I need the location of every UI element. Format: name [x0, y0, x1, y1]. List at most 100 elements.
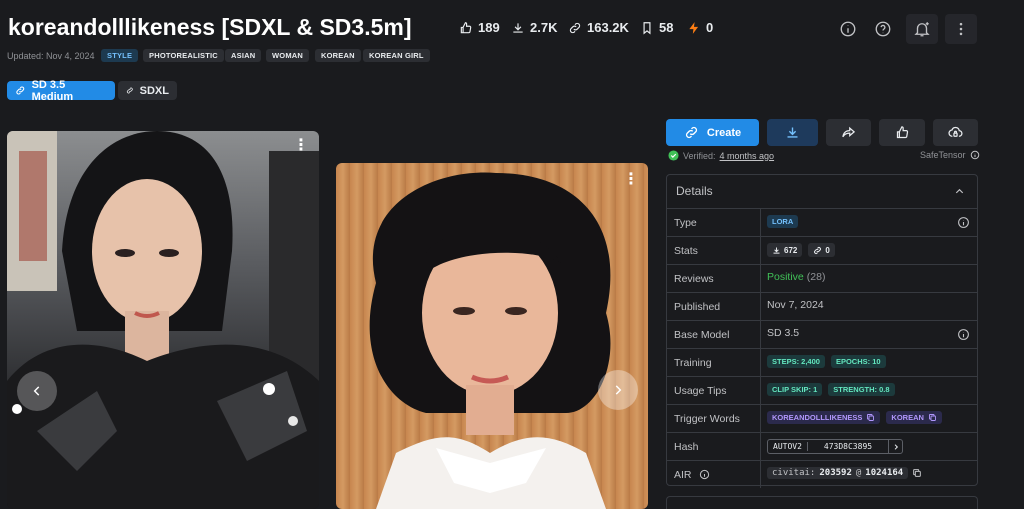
copy-icon[interactable] [912, 468, 922, 478]
detail-row-stats: Stats 672 0 [667, 236, 977, 264]
info-icon[interactable] [970, 150, 980, 160]
format-line: SafeTensor [920, 150, 980, 160]
detail-row-training: Training STEPS: 2,400 EPOCHS: 10 [667, 348, 977, 376]
cloud-button[interactable] [933, 119, 978, 146]
trigger-word: KOREAN [891, 413, 924, 422]
copy-icon[interactable] [928, 413, 937, 422]
hash-field[interactable]: AUTOV2 473D8C3895 [767, 439, 904, 454]
row-label: Stats [674, 245, 698, 257]
tag-photorealistic[interactable]: PHOTOREALISTIC [143, 49, 224, 62]
link-icon [126, 87, 133, 94]
tag-korean-girl[interactable]: KOREAN GIRL [363, 49, 430, 62]
lightning-icon [689, 21, 699, 34]
share-button[interactable] [826, 119, 871, 146]
bookmarks-stat[interactable]: 58 [640, 20, 673, 35]
trigger-word-badge[interactable]: KOREAN [886, 411, 942, 424]
training-epochs-badge: EPOCHS: 10 [830, 355, 886, 368]
chevron-right-icon [894, 443, 898, 450]
stats-downloads-badge: 672 [767, 243, 803, 257]
more-vertical-icon [959, 22, 963, 36]
file-format: SafeTensor [920, 150, 966, 160]
version-sdxl[interactable]: SDXL [118, 81, 177, 100]
verified-check-icon [668, 150, 679, 161]
bell-plus-icon [914, 22, 930, 37]
hash-algo[interactable]: AUTOV2 [768, 442, 808, 451]
stats-generations: 0 [825, 245, 830, 255]
help-button[interactable] [867, 14, 899, 44]
reviews-link[interactable]: Positive (28) [767, 271, 825, 283]
reviews-count: (28) [806, 271, 826, 283]
detail-row-air: AIR civitai: 203592 @ 1024164 [667, 460, 977, 488]
verified-label: Verified: [683, 150, 716, 161]
carousel-next-button[interactable] [598, 370, 638, 410]
thumbs-up-icon [460, 21, 472, 33]
trigger-word-badge[interactable]: KOREANDOLLLIKENESS [767, 411, 881, 424]
image-menu-button[interactable]: ⋮ [623, 171, 639, 188]
carousel-prev-button[interactable] [17, 371, 57, 411]
tag-korean[interactable]: KOREAN [315, 49, 361, 62]
buzz-stat[interactable]: 0 [687, 20, 713, 35]
details-header[interactable]: Details [667, 175, 977, 208]
like-button[interactable] [879, 119, 925, 146]
tag-asian[interactable]: ASIAN [225, 49, 262, 62]
hash-next-button[interactable] [888, 440, 902, 453]
info-icon[interactable] [957, 328, 970, 341]
clip-skip-badge: CLIP SKIP: 1 [767, 383, 823, 396]
downloads-count: 2.7K [530, 20, 558, 35]
row-label: Hash [674, 441, 699, 453]
info-icon [840, 21, 856, 37]
hash-value[interactable]: 473D8C3895 [808, 442, 888, 451]
row-label: Base Model [674, 329, 730, 341]
row-label: Type [674, 217, 697, 229]
chevron-up-icon [955, 188, 964, 194]
verified-time-link[interactable]: 4 months ago [720, 151, 775, 161]
share-icon [842, 126, 856, 138]
tag-style[interactable]: STYLE [101, 49, 139, 62]
next-panel [666, 496, 978, 509]
cloud-lock-icon [948, 126, 963, 137]
info-button[interactable] [832, 14, 864, 44]
link-icon [685, 126, 697, 139]
tag-woman[interactable]: WOMAN [266, 49, 309, 62]
version-label: SDXL [139, 84, 169, 97]
published-date: Nov 7, 2024 [767, 299, 824, 311]
detail-row-published: Published Nov 7, 2024 [667, 292, 977, 320]
generations-stat[interactable]: 163.2K [568, 20, 629, 35]
notify-button[interactable] [906, 14, 938, 44]
preview-image-1[interactable]: ⋮ [7, 131, 319, 509]
buzz-count: 0 [706, 20, 714, 35]
version-label: SD 3.5 Medium [31, 78, 74, 103]
link-icon [569, 22, 581, 33]
info-icon[interactable] [699, 469, 710, 480]
download-icon [773, 247, 780, 254]
type-badge: LORA [767, 215, 799, 228]
strength-badge: STRENGTH: 0.8 [828, 383, 895, 396]
downloads-stat[interactable]: 2.7K [511, 20, 557, 35]
generations-count: 163.2K [587, 20, 629, 35]
preview-image-2[interactable]: ⋮ [336, 163, 648, 509]
training-steps-badge: STEPS: 2,400 [767, 355, 825, 368]
copy-icon[interactable] [866, 413, 875, 422]
create-button[interactable]: Create [666, 119, 759, 146]
more-button[interactable] [945, 14, 977, 44]
page-title: koreandolllikeness [SDXL & SD3.5m] [8, 14, 412, 40]
air-model-id: 203592 [819, 468, 852, 478]
version-sd35-medium[interactable]: SD 3.5 Medium [7, 78, 115, 103]
download-icon [787, 127, 798, 138]
row-label: Training [674, 357, 712, 369]
details-title: Details [676, 184, 713, 198]
link-icon [16, 86, 25, 95]
stats-downloads: 672 [784, 245, 798, 255]
air-value[interactable]: civitai: 203592 @ 1024164 [767, 467, 909, 479]
thumbs-up-icon [896, 126, 908, 139]
download-icon [513, 22, 523, 33]
download-button[interactable] [767, 119, 818, 146]
base-model-value: SD 3.5 [767, 327, 800, 339]
chevron-left-icon [33, 386, 40, 396]
likes-stat[interactable]: 189 [459, 20, 500, 35]
info-icon[interactable] [957, 216, 970, 229]
row-label: Published [674, 301, 721, 313]
image-menu-button[interactable]: ⋮ [293, 137, 309, 154]
link-icon [814, 246, 822, 254]
updated-date: Updated: Nov 4, 2024 [7, 51, 95, 61]
